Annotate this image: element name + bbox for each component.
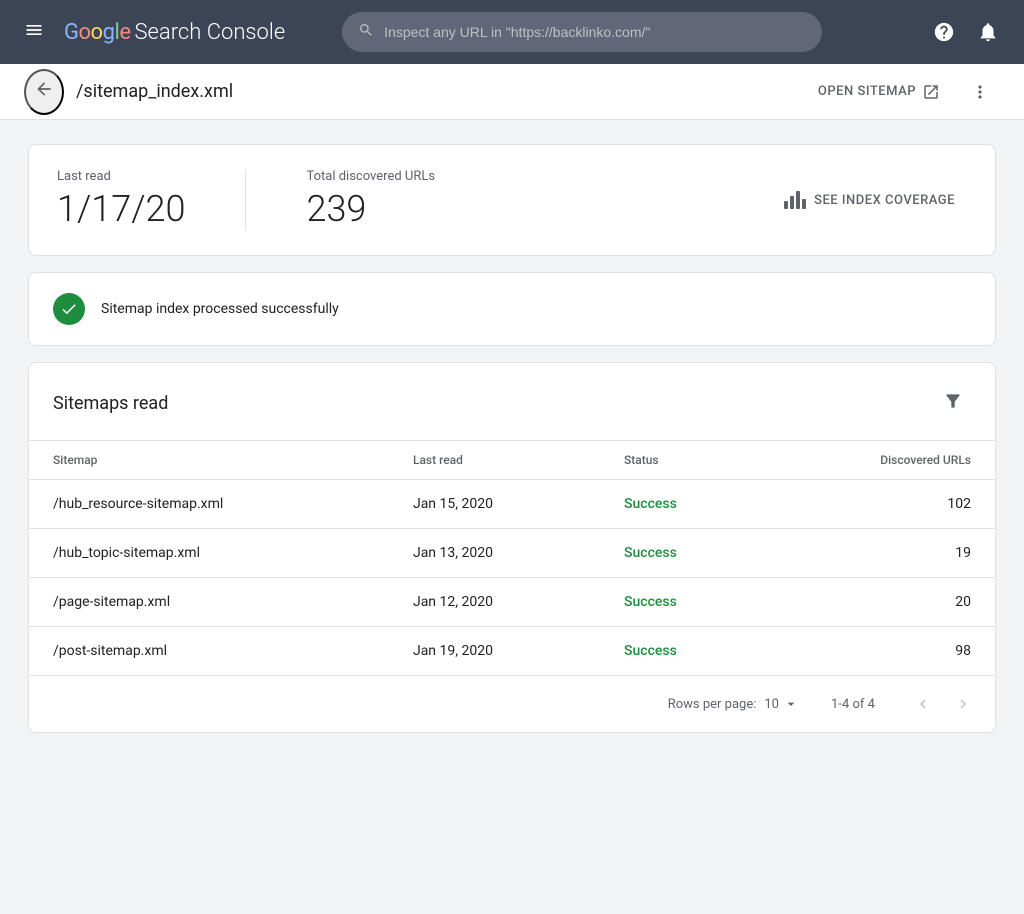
search-icon xyxy=(358,22,374,42)
hamburger-menu[interactable] xyxy=(16,12,52,53)
filter-button[interactable] xyxy=(935,383,971,424)
sitemaps-table-body: /hub_resource-sitemap.xml Jan 15, 2020 S… xyxy=(29,480,995,676)
table-row[interactable]: /post-sitemap.xml Jan 19, 2020 Success 9… xyxy=(29,627,995,676)
total-urls-stat: Total discovered URLs 239 xyxy=(306,169,435,231)
see-coverage-label: SEE INDEX COVERAGE xyxy=(814,193,955,208)
stats-card: Last read 1/17/20 Total discovered URLs … xyxy=(28,144,996,256)
rows-per-page-label: Rows per page: xyxy=(668,697,757,712)
discovered-urls-cell: 98 xyxy=(766,627,995,676)
last-read-value: 1/17/20 xyxy=(57,188,185,231)
page-navigation xyxy=(907,688,979,720)
col-last-read: Last read xyxy=(389,441,600,480)
url-search-bar[interactable] xyxy=(342,12,822,52)
sitemaps-header: Sitemaps read xyxy=(29,363,995,440)
col-discovered-urls: Discovered URLs xyxy=(766,441,995,480)
help-button[interactable] xyxy=(924,12,964,52)
more-options-button[interactable] xyxy=(960,72,1000,112)
table-row[interactable]: /hub_topic-sitemap.xml Jan 13, 2020 Succ… xyxy=(29,529,995,578)
status-cell: Success xyxy=(600,529,766,578)
total-urls-label: Total discovered URLs xyxy=(306,169,435,184)
open-sitemap-button[interactable]: OPEN SITEMAP xyxy=(806,75,952,109)
prev-page-button xyxy=(907,688,939,720)
status-cell: Success xyxy=(600,480,766,529)
discovered-urls-cell: 19 xyxy=(766,529,995,578)
sitemaps-table: Sitemap Last read Status Discovered URLs… xyxy=(29,440,995,675)
sitemaps-title: Sitemaps read xyxy=(53,393,168,414)
logo-sc-text: Search Console xyxy=(134,20,285,45)
main-content: Last read 1/17/20 Total discovered URLs … xyxy=(0,120,1024,757)
last-read-cell: Jan 12, 2020 xyxy=(389,578,600,627)
status-cell: Success xyxy=(600,578,766,627)
rows-per-page-value: 10 xyxy=(764,697,779,712)
next-page-button xyxy=(947,688,979,720)
table-row[interactable]: /hub_resource-sitemap.xml Jan 15, 2020 S… xyxy=(29,480,995,529)
chart-icon xyxy=(784,191,806,209)
table-header-row: Sitemap Last read Status Discovered URLs xyxy=(29,441,995,480)
discovered-urls-cell: 102 xyxy=(766,480,995,529)
see-index-coverage-button[interactable]: SEE INDEX COVERAGE xyxy=(772,183,967,217)
rows-per-page: Rows per page: 10 xyxy=(668,696,799,712)
logo-google-text: Google xyxy=(64,20,130,45)
rows-per-page-select[interactable]: 10 xyxy=(764,696,799,712)
total-urls-value: 239 xyxy=(306,188,435,231)
discovered-urls-cell: 20 xyxy=(766,578,995,627)
breadcrumb-bar: /sitemap_index.xml OPEN SITEMAP xyxy=(0,64,1024,120)
breadcrumb-actions: OPEN SITEMAP xyxy=(806,72,1000,112)
url-search-input[interactable] xyxy=(384,24,806,40)
nav-icons xyxy=(924,12,1008,52)
success-icon xyxy=(53,293,85,325)
col-status: Status xyxy=(600,441,766,480)
sitemap-cell: /hub_resource-sitemap.xml xyxy=(29,480,389,529)
stats-divider xyxy=(245,170,246,230)
page-title: /sitemap_index.xml xyxy=(76,81,233,102)
page-info: 1-4 of 4 xyxy=(823,697,883,712)
open-sitemap-label: OPEN SITEMAP xyxy=(818,84,916,99)
col-sitemap: Sitemap xyxy=(29,441,389,480)
last-read-stat: Last read 1/17/20 xyxy=(57,169,185,231)
top-nav: Google Search Console xyxy=(0,0,1024,64)
table-row[interactable]: /page-sitemap.xml Jan 12, 2020 Success 2… xyxy=(29,578,995,627)
app-logo: Google Search Console xyxy=(64,20,285,45)
last-read-cell: Jan 19, 2020 xyxy=(389,627,600,676)
last-read-label: Last read xyxy=(57,169,185,184)
status-cell: Success xyxy=(600,627,766,676)
sitemap-cell: /hub_topic-sitemap.xml xyxy=(29,529,389,578)
last-read-cell: Jan 13, 2020 xyxy=(389,529,600,578)
sitemap-cell: /page-sitemap.xml xyxy=(29,578,389,627)
notifications-button[interactable] xyxy=(968,12,1008,52)
success-card: Sitemap index processed successfully xyxy=(28,272,996,346)
success-message: Sitemap index processed successfully xyxy=(101,301,339,317)
pagination: Rows per page: 10 1-4 of 4 xyxy=(29,675,995,732)
last-read-cell: Jan 15, 2020 xyxy=(389,480,600,529)
back-button[interactable] xyxy=(24,69,64,115)
sitemaps-card: Sitemaps read Sitemap Last read Status D… xyxy=(28,362,996,733)
sitemap-cell: /post-sitemap.xml xyxy=(29,627,389,676)
